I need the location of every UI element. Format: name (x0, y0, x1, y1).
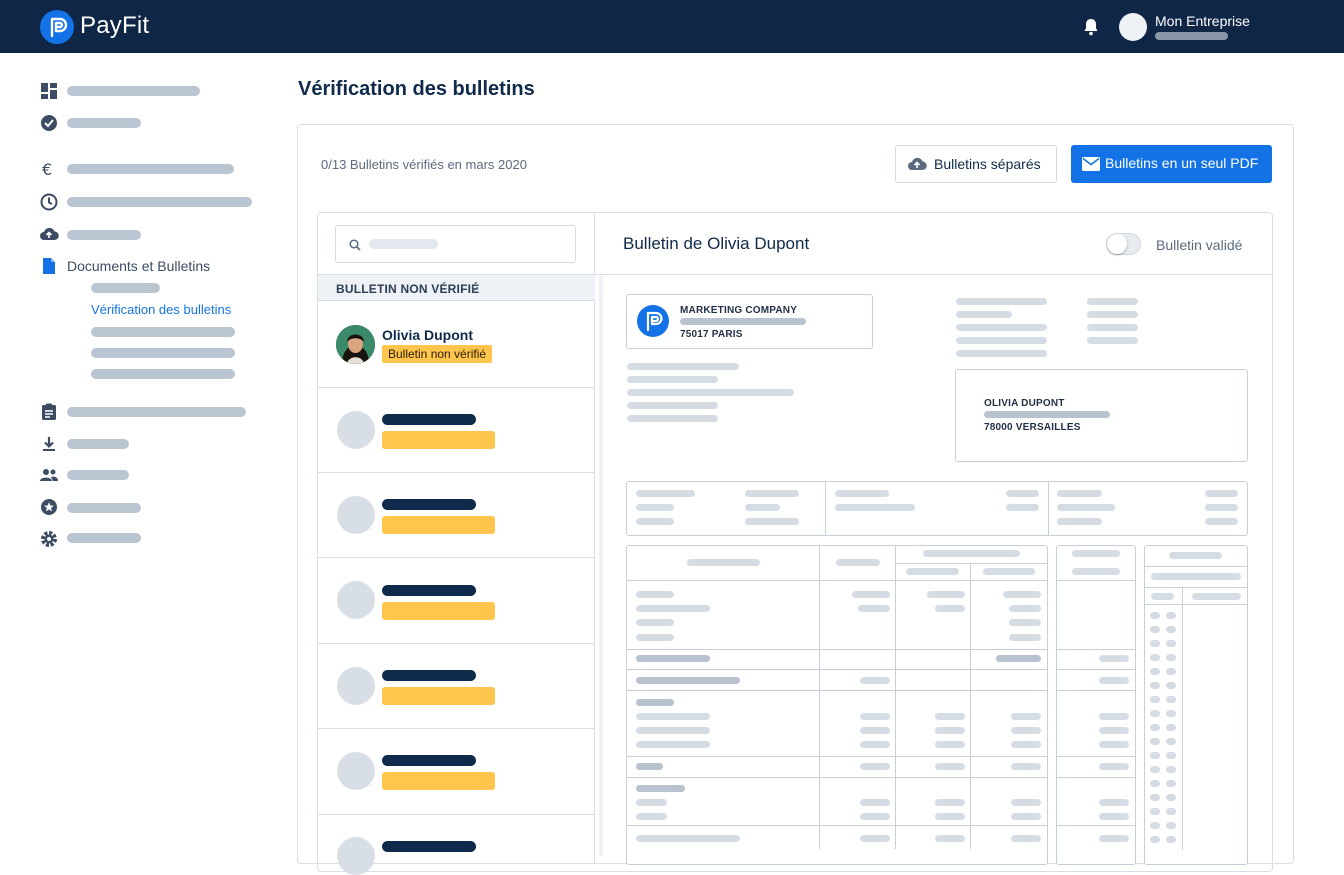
avatar-placeholder (337, 837, 375, 875)
employee-address-placeholder (984, 411, 1110, 418)
single-pdf-button[interactable]: Bulletins en un seul PDF (1071, 145, 1272, 183)
sidebar-item-11[interactable] (67, 533, 141, 543)
avatar-placeholder (337, 411, 375, 449)
name-placeholder (382, 414, 476, 425)
sidebar-subitem-3[interactable] (91, 327, 235, 337)
cloud-upload-icon (907, 156, 927, 175)
mail-icon (1082, 157, 1100, 174)
badge-placeholder (382, 602, 495, 620)
employer-address-placeholder (680, 318, 806, 325)
svg-text:€: € (42, 160, 52, 178)
employer-city: 75017 PARIS (680, 329, 743, 340)
status-filter-dropdown[interactable]: BULLETIN NON VÉRIFIÉ (318, 274, 595, 301)
filter-label: BULLETIN NON VÉRIFIÉ (336, 282, 480, 296)
name-placeholder (382, 670, 476, 681)
sidebar-item-9[interactable] (67, 470, 129, 480)
bell-icon[interactable] (1083, 18, 1099, 41)
single-pdf-label: Bulletins en un seul PDF (1105, 155, 1259, 171)
search-placeholder (369, 239, 438, 249)
name-placeholder (382, 499, 476, 510)
sidebar-subitem-1[interactable] (91, 283, 160, 293)
employer-logo-icon (637, 305, 669, 337)
payfit-logo-icon[interactable] (40, 10, 74, 44)
payslip-table (626, 545, 1048, 865)
download-icon[interactable] (40, 435, 58, 453)
name-placeholder (382, 585, 476, 596)
company-subtitle-placeholder (1155, 32, 1228, 40)
sidebar-subitem-5[interactable] (91, 369, 235, 379)
employer-name: MARKETING COMPANY (680, 305, 798, 316)
badge-placeholder (382, 516, 495, 534)
payslip-info-strip (626, 481, 1248, 536)
search-icon (349, 238, 361, 256)
sidebar-item-3[interactable] (67, 164, 234, 174)
company-avatar[interactable] (1119, 13, 1147, 41)
badge-placeholder (382, 431, 495, 449)
sidebar-item-2[interactable] (67, 118, 141, 128)
status-badge: Bulletin non vérifié (382, 345, 493, 363)
badge-placeholder (382, 687, 495, 705)
sidebar-subitem-4[interactable] (91, 348, 235, 358)
page-title: Vérification des bulletins (298, 78, 535, 100)
sidebar-item-1[interactable] (67, 86, 200, 96)
validated-toggle-label: Bulletin validé (1156, 237, 1243, 253)
clock-icon[interactable] (40, 193, 58, 211)
employee-avatar (336, 325, 375, 364)
avatar-placeholder (337, 667, 375, 705)
people-icon[interactable] (39, 466, 59, 484)
sidebar-subitem-verification[interactable]: Vérification des bulletins (91, 302, 231, 317)
name-placeholder (382, 755, 476, 766)
app-name: PayFit (80, 12, 150, 39)
employee-address-city: 78000 VERSAILLES (984, 422, 1081, 433)
cloud-upload-icon[interactable] (39, 225, 59, 243)
avatar-placeholder (337, 752, 375, 790)
star-icon[interactable] (40, 498, 58, 516)
sidebar-item-5[interactable] (67, 230, 141, 240)
employee-name: Olivia Dupont (382, 327, 473, 343)
employee-address-name: OLIVIA DUPONT (984, 398, 1065, 409)
check-circle-icon[interactable] (40, 114, 58, 132)
document-icon[interactable] (41, 257, 59, 275)
verification-count: 0/13 Bulletins vérifiés en mars 2020 (321, 157, 527, 172)
chevron-down-icon (471, 286, 479, 291)
payslip-title: Bulletin de Olivia Dupont (623, 234, 810, 253)
clipboard-icon[interactable] (41, 403, 59, 421)
sidebar-item-8[interactable] (67, 439, 129, 449)
separate-payslips-button[interactable]: Bulletins séparés (895, 145, 1057, 183)
avatar-placeholder (337, 496, 375, 534)
dashboard-icon[interactable] (40, 82, 58, 100)
avatar-placeholder (337, 581, 375, 619)
name-placeholder (382, 841, 476, 852)
sidebar-item-documents[interactable]: Documents et Bulletins (67, 258, 210, 274)
toggle-knob[interactable] (1107, 234, 1127, 254)
gear-icon[interactable] (40, 530, 58, 548)
search-input[interactable] (335, 225, 576, 263)
sidebar-item-10[interactable] (67, 503, 141, 513)
company-name[interactable]: Mon Entreprise (1155, 13, 1250, 29)
separate-payslips-label: Bulletins séparés (934, 156, 1041, 172)
euro-icon[interactable]: € (40, 160, 58, 179)
sidebar-item-7[interactable] (67, 407, 246, 417)
sidebar-item-4[interactable] (67, 197, 252, 207)
badge-placeholder (382, 772, 495, 790)
